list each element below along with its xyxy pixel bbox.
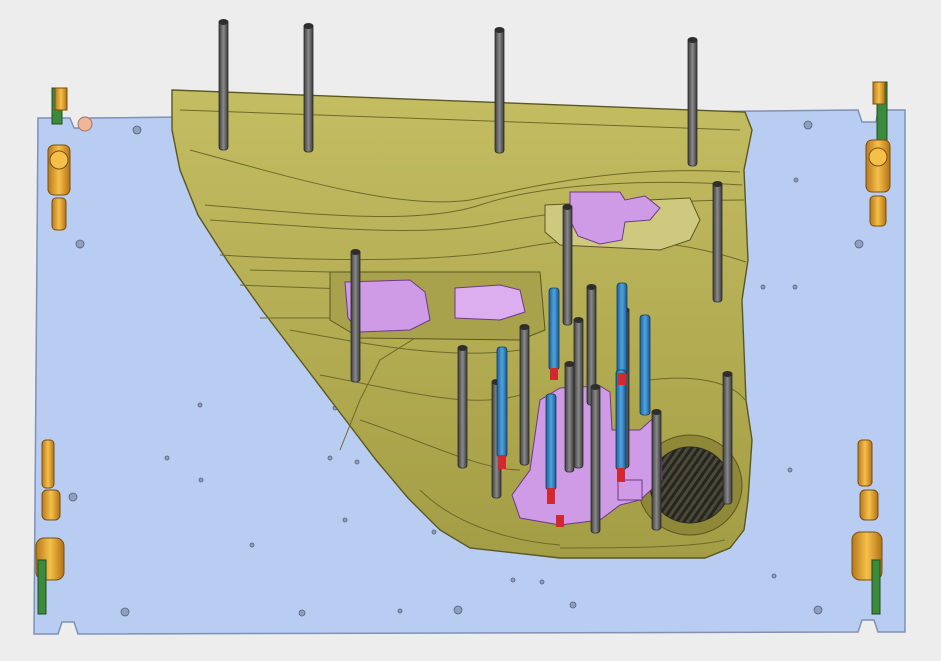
cad-viewport[interactable]	[0, 0, 941, 661]
locator-right-top[interactable]	[865, 81, 891, 227]
cad-scene[interactable]	[0, 0, 941, 661]
reference-pin	[77, 116, 93, 132]
